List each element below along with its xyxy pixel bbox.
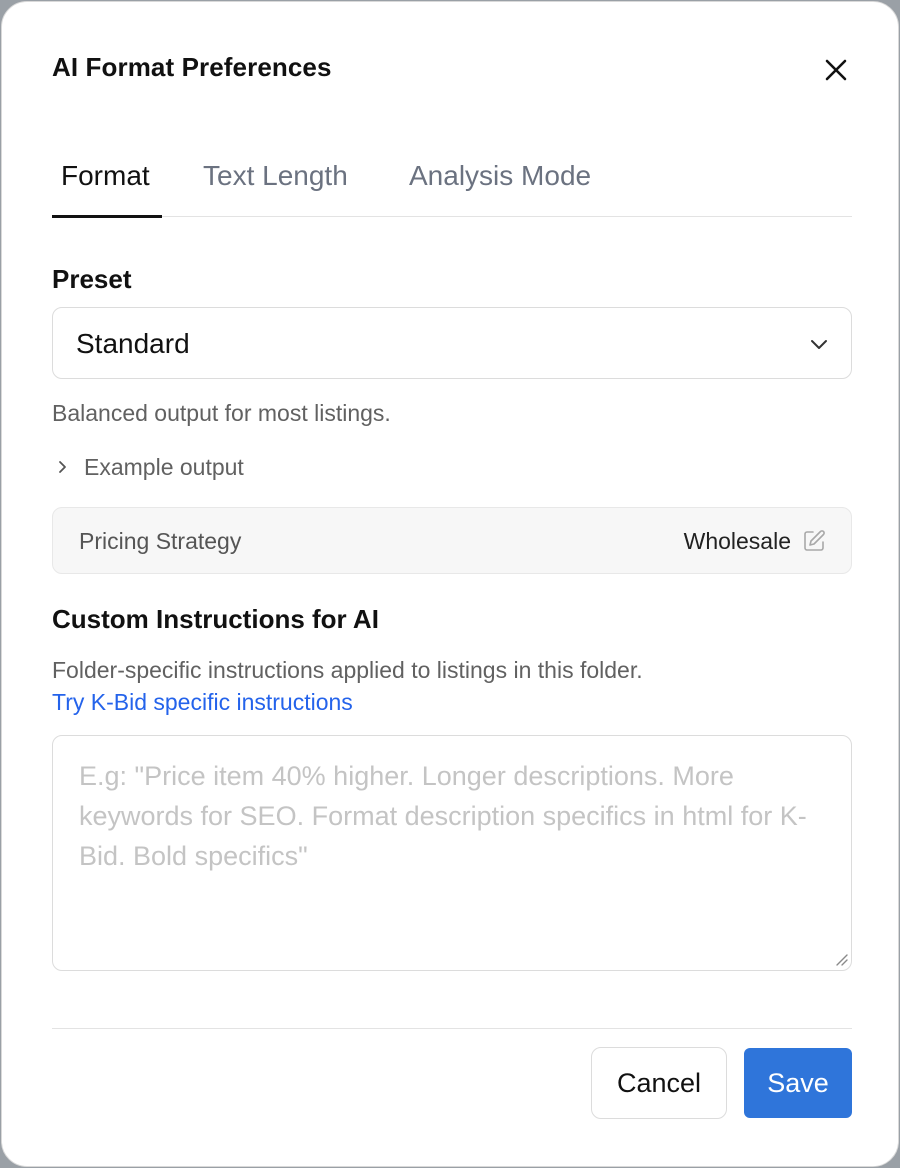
tab-bar: Format Text Length Analysis Mode [52,152,852,218]
pricing-strategy-label: Pricing Strategy [79,528,242,554]
custom-instructions-textarea[interactable] [52,735,852,971]
kbid-instructions-link[interactable]: Try K-Bid specific instructions [52,689,353,716]
edit-icon[interactable] [802,529,826,553]
pricing-strategy-value: Wholesale [683,528,791,554]
chevron-right-icon [52,456,74,478]
custom-instructions-label: Custom Instructions for AI [52,604,379,634]
cancel-button[interactable]: Cancel [591,1047,727,1119]
save-button[interactable]: Save [744,1048,852,1118]
chevron-down-icon [811,340,827,349]
tab-analysis-mode[interactable]: Analysis Mode [409,160,591,192]
preset-selected-value: Standard [76,328,190,359]
preset-select[interactable]: Standard [52,307,852,379]
dialog-title: AI Format Preferences [52,52,332,82]
example-output-toggle[interactable]: Example output [52,452,244,482]
close-button[interactable] [818,52,854,88]
pricing-strategy-row: Pricing Strategy Wholesale [52,507,852,574]
active-tab-indicator [52,215,162,218]
tab-text-length[interactable]: Text Length [203,160,348,192]
ai-format-preferences-dialog: AI Format Preferences Format Text Length… [1,1,899,1167]
resize-handle-icon[interactable] [832,950,848,966]
footer-divider [52,1028,852,1029]
custom-instructions-description: Folder-specific instructions applied to … [52,657,643,683]
preset-description: Balanced output for most listings. [52,400,391,426]
close-icon [825,59,847,81]
preset-label: Preset [52,264,132,294]
tab-format[interactable]: Format [61,160,150,192]
example-output-label: Example output [84,453,244,480]
